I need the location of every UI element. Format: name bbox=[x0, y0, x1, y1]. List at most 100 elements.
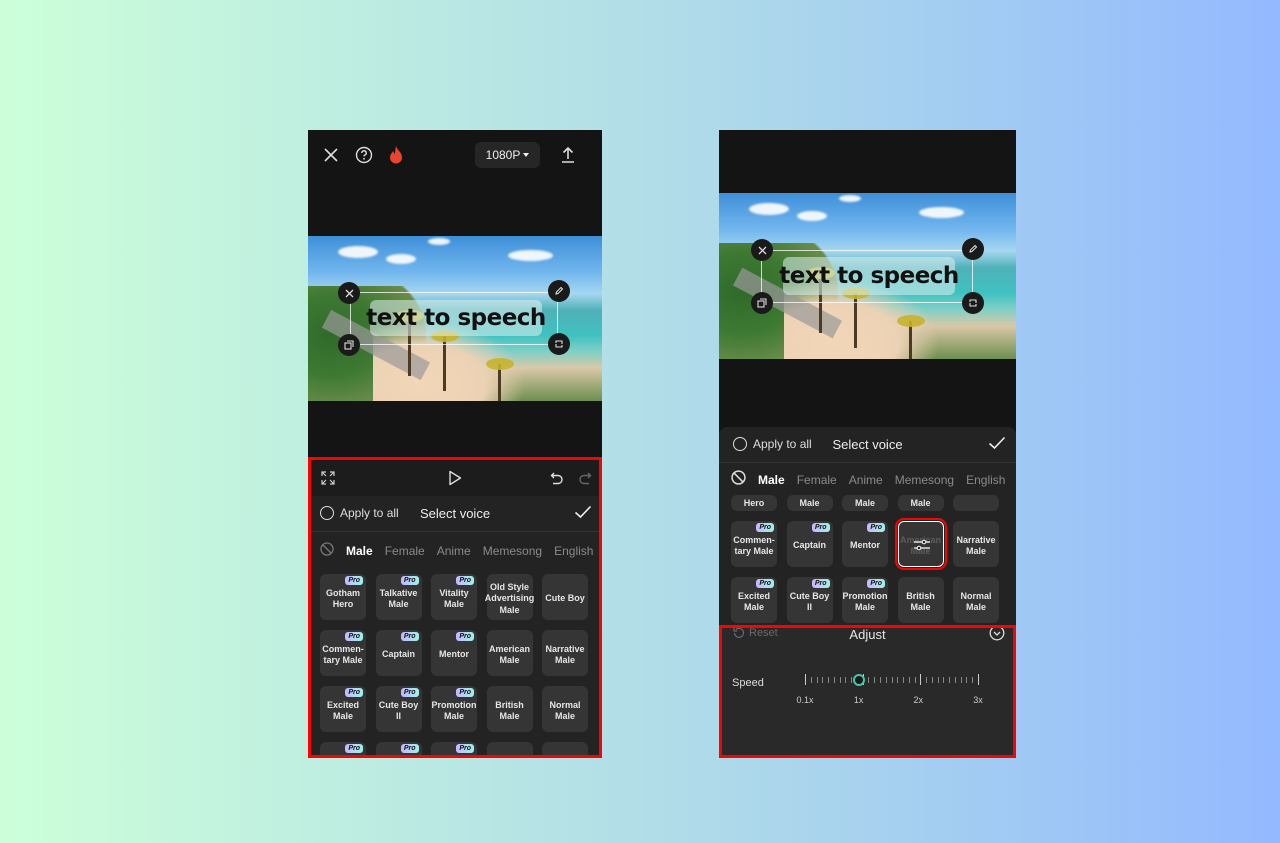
fullscreen-icon[interactable] bbox=[317, 467, 339, 489]
voice-card[interactable]: British Male bbox=[486, 686, 533, 732]
no-voice-icon[interactable] bbox=[320, 541, 334, 561]
voice-card[interactable]: Male bbox=[786, 495, 833, 511]
apply-to-all-toggle[interactable]: Apply to all bbox=[320, 506, 399, 520]
voice-card[interactable]: Pro Promotion Male bbox=[431, 686, 477, 732]
resolution-dropdown[interactable]: 1080P bbox=[475, 142, 540, 168]
voice-card[interactable]: American Male bbox=[894, 518, 947, 570]
tab-english[interactable]: English bbox=[554, 544, 593, 558]
voice-card[interactable]: Pro Mentor bbox=[842, 521, 888, 567]
delete-text-handle[interactable] bbox=[338, 282, 360, 304]
slider-minor-tick bbox=[879, 677, 881, 683]
voice-card[interactable]: Narrative Male bbox=[953, 521, 999, 567]
voice-card[interactable]: Normal Male bbox=[542, 686, 588, 732]
rotate-scale-handle[interactable] bbox=[548, 333, 570, 355]
reset-label: Reset bbox=[749, 627, 778, 639]
voice-card[interactable]: Pro Vitality Male bbox=[431, 574, 477, 620]
voice-card[interactable]: Male bbox=[842, 495, 888, 511]
voice-card[interactable]: Pro Commen-tary Male bbox=[320, 630, 366, 676]
voice-name: Male bbox=[910, 497, 931, 508]
voice-name: Normal Male bbox=[960, 590, 992, 612]
flame-icon[interactable] bbox=[385, 144, 407, 166]
reset-icon bbox=[733, 627, 745, 638]
voice-card[interactable]: Pro bbox=[431, 742, 477, 758]
voice-card[interactable] bbox=[486, 742, 533, 758]
text-overlay[interactable]: text to speech bbox=[366, 300, 546, 336]
tab-male[interactable]: Male bbox=[758, 473, 785, 487]
adjust-panel: Reset Adjust Speed 0.1x 1x 2x 3x bbox=[719, 625, 1016, 758]
voice-category-tabs: Male Female Anime Memesong English bbox=[719, 465, 1016, 495]
close-icon[interactable] bbox=[320, 144, 342, 166]
slider-minor-tick bbox=[845, 677, 847, 683]
upload-icon[interactable] bbox=[557, 144, 579, 166]
pro-badge: Pro bbox=[867, 579, 885, 588]
rotate-icon bbox=[969, 299, 977, 307]
voice-card[interactable]: Pro Mentor bbox=[431, 630, 477, 676]
voice-card[interactable]: Hero bbox=[731, 495, 777, 511]
pro-badge: Pro bbox=[456, 744, 474, 753]
help-icon[interactable] bbox=[353, 144, 375, 166]
voice-selection-sheet: Apply to all Select voice Male Female An… bbox=[719, 427, 1016, 625]
voice-card[interactable]: American Male bbox=[486, 630, 533, 676]
redo-icon[interactable] bbox=[574, 467, 596, 489]
voice-card[interactable]: Pro Cute Boy II bbox=[786, 577, 833, 623]
rotate-scale-handle[interactable] bbox=[962, 292, 984, 314]
delete-text-handle[interactable] bbox=[751, 239, 773, 261]
voice-card[interactable]: Pro Captain bbox=[375, 630, 422, 676]
slider-minor-tick bbox=[937, 677, 939, 683]
tab-male[interactable]: Male bbox=[346, 544, 373, 558]
slider-thumb[interactable] bbox=[852, 674, 865, 686]
video-preview[interactable]: text to speech bbox=[308, 236, 602, 401]
tab-female[interactable]: Female bbox=[797, 473, 837, 487]
voice-card[interactable]: Old Style Advertising Male bbox=[485, 574, 534, 620]
slider-minor-tick bbox=[908, 677, 910, 683]
play-icon[interactable] bbox=[444, 467, 466, 489]
tab-memesong[interactable]: Memesong bbox=[895, 473, 954, 487]
voice-card[interactable]: Pro Gotham Hero bbox=[320, 574, 366, 620]
edit-text-handle[interactable] bbox=[962, 238, 984, 260]
duplicate-text-handle[interactable] bbox=[338, 334, 360, 356]
voice-card[interactable]: Pro Captain bbox=[786, 521, 833, 567]
pencil-icon bbox=[969, 244, 978, 253]
voice-card[interactable]: Cute Boy bbox=[542, 574, 588, 620]
tab-anime[interactable]: Anime bbox=[849, 473, 883, 487]
no-voice-icon[interactable] bbox=[731, 470, 746, 490]
voice-card[interactable]: Narrative Male bbox=[542, 630, 588, 676]
voice-card[interactable]: Male bbox=[897, 495, 944, 511]
tab-english[interactable]: English bbox=[966, 473, 1005, 487]
duplicate-text-handle[interactable] bbox=[751, 292, 773, 314]
confirm-check-icon[interactable] bbox=[988, 435, 1006, 456]
voice-card[interactable]: Pro Excited Male bbox=[320, 686, 366, 732]
slider-minor-tick bbox=[839, 677, 841, 683]
tab-anime[interactable]: Anime bbox=[437, 544, 471, 558]
text-overlay[interactable]: text to speech bbox=[779, 257, 959, 295]
phone-screen-left: 1080P text to speech Apply to all Select… bbox=[308, 130, 602, 758]
slider-minor-tick bbox=[868, 677, 870, 683]
voice-name: Cute Boy bbox=[545, 593, 585, 604]
voice-card[interactable] bbox=[953, 495, 999, 511]
tab-female[interactable]: Female bbox=[385, 544, 425, 558]
confirm-check-icon[interactable] bbox=[574, 504, 592, 525]
apply-to-all-toggle[interactable]: Apply to all bbox=[733, 437, 812, 451]
voice-card[interactable]: Pro Promotion Male bbox=[842, 577, 888, 623]
edit-text-handle[interactable] bbox=[548, 280, 570, 302]
voice-card[interactable]: Pro bbox=[375, 742, 422, 758]
speed-slider[interactable] bbox=[805, 672, 979, 688]
voice-name: Male bbox=[854, 497, 875, 508]
voice-card[interactable]: Normal Male bbox=[953, 577, 999, 623]
collapse-chevron-icon[interactable] bbox=[989, 625, 1005, 646]
reset-button[interactable]: Reset bbox=[733, 627, 778, 639]
voice-card[interactable]: Pro Talkative Male bbox=[375, 574, 422, 620]
voice-card[interactable]: Pro Cute Boy II bbox=[375, 686, 422, 732]
voice-card[interactable]: Pro bbox=[320, 742, 366, 758]
voice-card[interactable]: British Male bbox=[897, 577, 944, 623]
slider-minor-tick bbox=[903, 677, 905, 683]
voice-card[interactable] bbox=[542, 742, 588, 758]
video-preview[interactable]: text to speech bbox=[719, 193, 1016, 359]
slider-minor-tick bbox=[954, 677, 956, 683]
voice-card[interactable]: Pro Commen-tary Male bbox=[731, 521, 777, 567]
voice-name: British Male bbox=[495, 699, 524, 721]
copy-icon bbox=[344, 340, 354, 350]
voice-card[interactable]: Pro Excited Male bbox=[731, 577, 777, 623]
undo-icon[interactable] bbox=[546, 467, 568, 489]
tab-memesong[interactable]: Memesong bbox=[483, 544, 542, 558]
